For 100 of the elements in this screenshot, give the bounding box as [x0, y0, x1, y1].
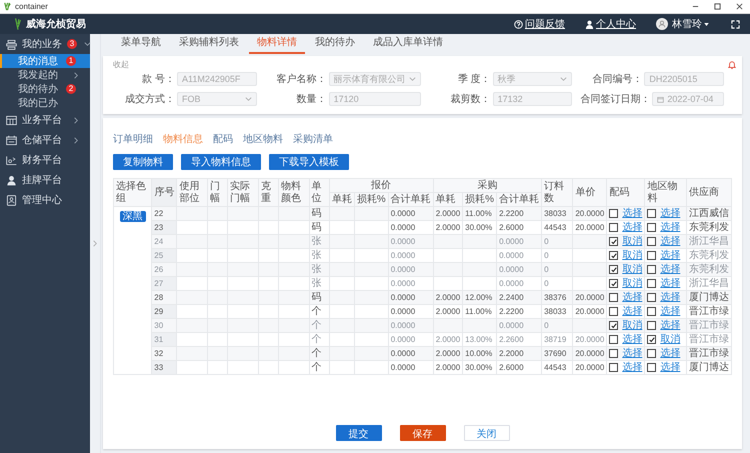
table-cell: 20.0000 — [572, 346, 607, 360]
submit-button[interactable]: 提交 — [336, 425, 382, 441]
table-cell: 厦门博达 — [686, 290, 732, 304]
count-badge: 3 — [67, 39, 77, 49]
column-header: 克重 — [258, 178, 278, 206]
table-cell: 38376 — [542, 290, 573, 304]
column-header: 单价 — [572, 178, 607, 206]
feedback-link[interactable]: 问题反馈 — [514, 17, 565, 31]
action-button[interactable]: 下载导入模板 — [269, 154, 349, 170]
tab[interactable]: 菜单导航 — [113, 35, 169, 54]
table-cell: 0.0000 — [388, 262, 434, 276]
column-header: 合计单耗 — [496, 192, 542, 206]
table-cell: 0.0000 — [388, 290, 434, 304]
action-button[interactable]: 导入物料信息 — [181, 154, 261, 170]
field-label: 季 度： — [456, 72, 492, 86]
column-group-header: 报价 — [329, 178, 434, 192]
sidebar-item[interactable]: 业务平台 — [0, 110, 90, 130]
collapse-link[interactable]: 收起 — [113, 60, 129, 69]
table-cell: 2.0000 — [433, 360, 463, 374]
table-cell: 12.00% — [462, 290, 497, 304]
section-tab[interactable]: 物料信息 — [163, 132, 203, 146]
column-header: 地区物料 — [644, 178, 686, 206]
table-cell: 0.0000 — [388, 318, 434, 332]
sidebar-subitem[interactable]: 我的待办 2 — [0, 82, 90, 96]
column-header: 使用部位 — [176, 178, 208, 206]
action-button[interactable]: 复制物料 — [113, 154, 173, 170]
column-header: 合计单耗 — [388, 192, 434, 206]
field-label: 成交方式： — [124, 92, 176, 106]
column-header: 订料数 — [542, 178, 573, 206]
column-header: 物料颜色 — [278, 178, 310, 206]
field-label: 合同签订日期： — [580, 92, 652, 106]
table-cell: 0 — [542, 234, 573, 248]
field-label: 客户名称： — [276, 72, 328, 86]
field-label: 裁剪数： — [450, 92, 492, 106]
table-cell: 0 — [542, 318, 573, 332]
table-cell: 44543 — [542, 360, 573, 374]
column-header: 选择色组 — [114, 178, 152, 206]
table-cell: 20.0000 — [572, 290, 607, 304]
table-cell: 0.0000 — [388, 346, 434, 360]
sidebar-item[interactable]: 仓储平台 — [0, 130, 90, 150]
sidebar-subitem[interactable]: 我发起的 — [0, 68, 90, 82]
table-cell: 0.0000 — [388, 234, 434, 248]
count-badge: 1 — [66, 56, 76, 66]
select-field[interactable]: 秋季 — [492, 72, 572, 86]
table-cell: 晋江市绿 — [686, 318, 732, 332]
table-cell: 30.00% — [462, 360, 497, 374]
field-label: 款 号： — [141, 73, 176, 86]
table-cell: 2.2200 — [496, 206, 542, 220]
close-button[interactable]: 关闭 — [464, 425, 510, 441]
section-tab[interactable]: 配码 — [213, 132, 233, 146]
table-cell: 东莞利发 — [686, 262, 732, 276]
section-tab[interactable]: 地区物料 — [243, 132, 283, 146]
column-header: 供应商 — [686, 178, 732, 206]
column-header: 配码 — [606, 178, 645, 206]
section-tab[interactable]: 采购清单 — [293, 132, 333, 146]
table-cell: 0.0000 — [496, 262, 542, 276]
table-cell: 20.0000 — [572, 206, 607, 220]
section-tab[interactable]: 订单明细 — [113, 132, 153, 146]
column-group-header: 采购 — [433, 178, 542, 192]
color-group-tag[interactable]: 深黑 — [120, 211, 146, 222]
table-cell: 2.2000 — [496, 346, 542, 360]
sidebar-subitem[interactable]: 我的消息 1 — [0, 54, 90, 68]
sidebar-item[interactable]: 挂牌平台 — [0, 170, 90, 190]
table-cell: 2.0000 — [433, 206, 463, 220]
column-header: 损耗% — [462, 192, 497, 206]
table-cell: 37690 — [542, 346, 573, 360]
tab[interactable]: 采购辅料列表 — [171, 35, 247, 54]
window-title: container — [15, 2, 48, 11]
table-cell: 0.0000 — [388, 206, 434, 220]
user-name[interactable]: 林雪玲 — [672, 17, 702, 31]
table-cell: 2.0000 — [433, 290, 463, 304]
sidebar-item[interactable]: 管理中心 — [0, 190, 90, 210]
tab[interactable]: 物料详情 — [249, 35, 305, 54]
column-header: 实际门幅 — [228, 178, 258, 206]
count-badge: 2 — [66, 84, 76, 94]
column-header: 损耗% — [354, 192, 388, 206]
tab[interactable]: 我的待办 — [307, 35, 363, 54]
select-field[interactable]: 丽示体育有限公司 — [328, 72, 421, 86]
table-cell: 0.0000 — [496, 234, 542, 248]
save-button[interactable]: 保存 — [400, 425, 446, 441]
tab[interactable]: 成品入库单详情 — [365, 35, 451, 54]
table-cell: 江西威信 — [686, 206, 732, 220]
sidebar-item[interactable]: 我的业务 3 — [0, 34, 90, 54]
table-cell: 个 — [309, 360, 330, 374]
column-header: 序号 — [152, 178, 177, 206]
field-label: 合同编号： — [591, 72, 644, 86]
sidebar-subitem[interactable]: 我的已办 — [0, 96, 90, 110]
table-cell: 厦门博达 — [686, 360, 732, 374]
table-cell: 10.00% — [462, 346, 497, 360]
profile-link[interactable]: 个人中心 — [585, 17, 636, 31]
input-field[interactable]: DH2205015 — [644, 72, 724, 86]
table-cell: 0.0000 — [388, 360, 434, 374]
table-cell: 20.0000 — [572, 360, 607, 374]
field-label: 数量： — [296, 93, 328, 106]
column-header: 单耗 — [433, 192, 463, 206]
table-cell: 38033 — [542, 206, 573, 220]
table-cell: 0.0000 — [496, 318, 542, 332]
sidebar-item[interactable]: 财务平台 — [0, 150, 90, 170]
table-cell: 0 — [542, 262, 573, 276]
table-cell: 11.00% — [462, 206, 497, 220]
